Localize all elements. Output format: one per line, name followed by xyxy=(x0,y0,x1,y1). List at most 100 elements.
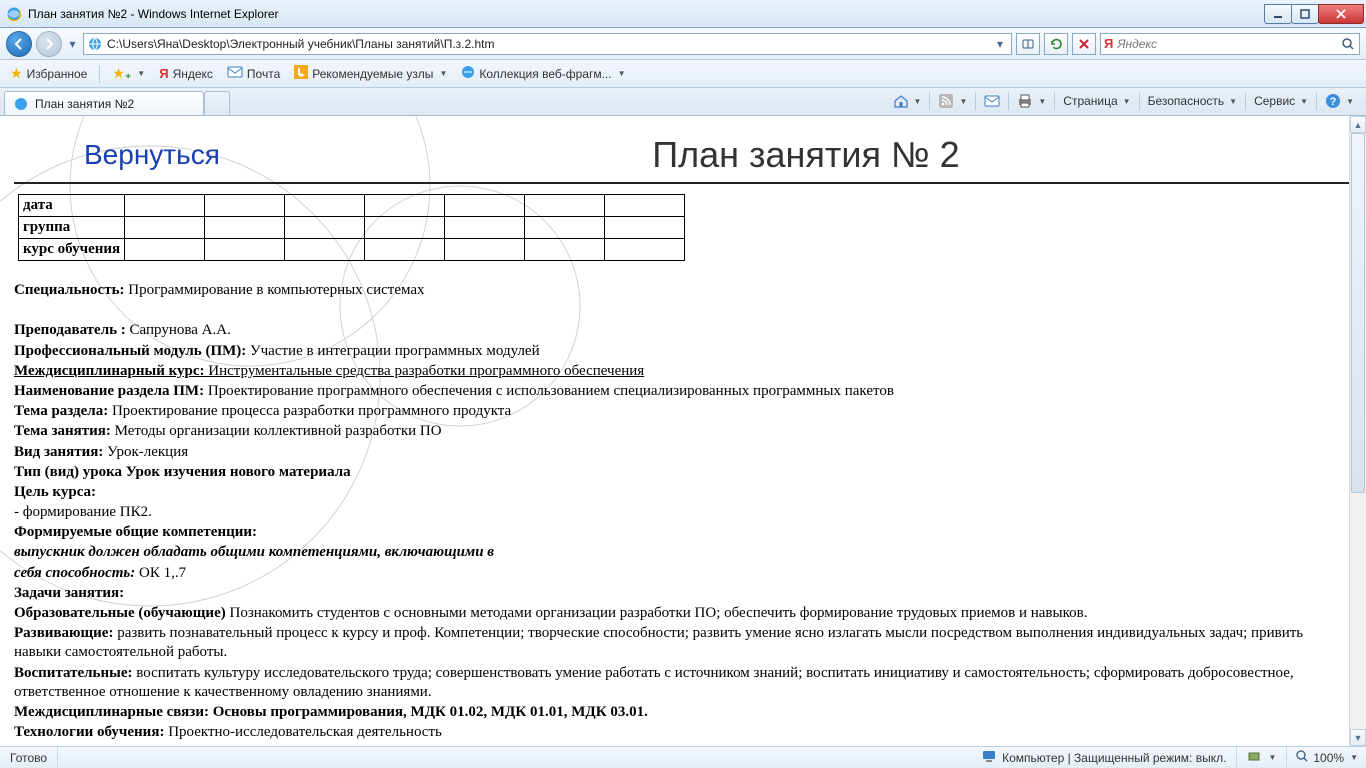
goal-label: Цель курса: xyxy=(14,484,96,500)
ie-icon xyxy=(13,96,29,112)
fav-mail[interactable]: Почта xyxy=(223,64,284,83)
fav-recommended[interactable]: Рекомендуемые узлы▼ xyxy=(290,63,451,84)
plus-icon: ₊ xyxy=(125,67,131,81)
section-topic-value: Проектирование процесса разработки прогр… xyxy=(108,403,511,419)
address-bar[interactable]: ▾ xyxy=(83,33,1012,55)
safety-menu[interactable]: Безопасность▼ xyxy=(1144,92,1241,110)
address-dropdown-icon[interactable]: ▾ xyxy=(992,36,1008,52)
mail-icon xyxy=(984,93,1000,109)
page-title: План занятия № 2 xyxy=(260,134,1352,176)
row-label: курс обучения xyxy=(19,239,125,261)
separator xyxy=(99,65,100,83)
favorites-bar: ★Избранное ★₊▼ ЯЯндекс Почта Рекомендуем… xyxy=(0,60,1366,88)
url-input[interactable] xyxy=(107,34,988,54)
stop-button[interactable] xyxy=(1072,33,1096,55)
feeds-button[interactable]: ▼ xyxy=(934,91,971,111)
teacher-label: Преподаватель : xyxy=(14,322,126,338)
tab-active[interactable]: План занятия №2 xyxy=(4,91,204,115)
chevron-down-icon: ▼ xyxy=(959,97,967,106)
fav-yandex-label: Яндекс xyxy=(173,67,213,81)
nav-history-dropdown[interactable]: ▾ xyxy=(66,33,79,55)
help-button[interactable]: ?▼ xyxy=(1321,91,1358,111)
zoom-control[interactable]: 100% ▼ xyxy=(1287,749,1366,766)
competencies-line2: себя способность: xyxy=(14,565,135,581)
search-box[interactable]: Я xyxy=(1100,33,1360,55)
page-menu[interactable]: Страница▼ xyxy=(1059,92,1134,110)
competencies-line1: выпускник должен обладать общими компете… xyxy=(14,544,494,560)
scroll-thumb[interactable] xyxy=(1351,133,1365,493)
goal-value: - формирование ПК2. xyxy=(14,504,152,520)
add-favorite-button[interactable]: ★₊▼ xyxy=(108,63,149,84)
minimize-button[interactable] xyxy=(1264,4,1292,24)
lesson-topic-label: Тема занятия: xyxy=(14,423,111,439)
status-bar: Готово Компьютер | Защищенный режим: вык… xyxy=(0,746,1366,768)
webslice-icon xyxy=(461,65,475,82)
mdk-value: Инструментальные средства разработки про… xyxy=(205,363,645,379)
compat-view-button[interactable] xyxy=(1016,33,1040,55)
forward-button[interactable] xyxy=(36,31,62,57)
tech-label: Технологии обучения: xyxy=(14,724,164,740)
scroll-up-button[interactable]: ▲ xyxy=(1350,116,1366,133)
table-row: группа xyxy=(19,217,685,239)
window-title: План занятия №2 - Windows Internet Explo… xyxy=(28,7,1265,21)
favorites-label: Избранное xyxy=(27,67,88,81)
tools-menu[interactable]: Сервис▼ xyxy=(1250,92,1312,110)
upbringing-value: воспитать культуру исследовательского тр… xyxy=(14,665,1294,700)
teacher-value: Сапрунова А.А. xyxy=(126,322,231,338)
computer-icon xyxy=(981,749,997,766)
back-link[interactable]: Вернуться xyxy=(84,139,220,171)
zoom-icon xyxy=(1295,749,1309,766)
table-row: дата xyxy=(19,195,685,217)
chevron-down-icon: ▼ xyxy=(137,69,145,78)
competencies-label: Формируемые общие компетенции: xyxy=(14,524,257,540)
chevron-down-icon: ▼ xyxy=(1038,97,1046,106)
scroll-track[interactable] xyxy=(1350,133,1366,729)
section-name-value: Проектирование программного обеспечения … xyxy=(204,383,894,399)
dev-label: Развивающие: xyxy=(14,625,113,641)
pm-label: Профессиональный модуль (ПМ): xyxy=(14,343,246,359)
pm-value: Участие в интеграции программных модулей xyxy=(246,343,539,359)
favorites-button[interactable]: ★Избранное xyxy=(6,63,91,84)
read-mail-button[interactable] xyxy=(980,91,1004,111)
yandex-icon: Я xyxy=(159,66,168,81)
section-topic-label: Тема раздела: xyxy=(14,403,108,419)
tasks-label: Задачи занятия: xyxy=(14,585,124,601)
tab-title: План занятия №2 xyxy=(35,97,134,111)
lesson-type-value: Урок изучения нового материала xyxy=(122,464,351,480)
yandex-icon: Я xyxy=(1104,36,1113,51)
addons-icon xyxy=(1247,749,1261,766)
scroll-down-button[interactable]: ▼ xyxy=(1350,729,1366,746)
interdisciplinary-links: Междисциплинарные связи: Основы программ… xyxy=(14,704,648,720)
table-row: курс обучения xyxy=(19,239,685,261)
refresh-button[interactable] xyxy=(1044,33,1068,55)
chevron-down-icon: ▼ xyxy=(1229,97,1237,106)
home-button[interactable]: ▼ xyxy=(889,91,926,111)
fav-webfragments[interactable]: Коллекция веб-фрагм...▼ xyxy=(457,63,629,84)
svg-text:?: ? xyxy=(1330,96,1337,108)
spec-value: Программирование в компьютерных системах xyxy=(125,282,425,298)
maximize-button[interactable] xyxy=(1291,4,1319,24)
print-icon xyxy=(1017,93,1033,109)
help-icon: ? xyxy=(1325,93,1341,109)
lesson-kind-value: Урок-лекция xyxy=(103,444,188,460)
home-icon xyxy=(893,93,909,109)
close-button[interactable] xyxy=(1318,4,1364,24)
nav-bar: ▾ ▾ Я xyxy=(0,28,1366,60)
ie-icon xyxy=(6,6,22,22)
search-input[interactable] xyxy=(1117,37,1336,51)
new-tab-button[interactable] xyxy=(204,91,230,115)
status-addons[interactable]: ▼ xyxy=(1237,747,1287,768)
status-zone-text: Компьютер | Защищенный режим: выкл. xyxy=(1002,751,1226,765)
page-viewport: Вернуться План занятия № 2 дата группа к… xyxy=(0,116,1366,746)
fav-mail-label: Почта xyxy=(247,67,280,81)
print-button[interactable]: ▼ xyxy=(1013,91,1050,111)
search-go-icon[interactable] xyxy=(1340,36,1356,52)
fav-yandex[interactable]: Я Яндекс xyxy=(155,64,217,83)
row-label: дата xyxy=(19,195,125,217)
page-icon xyxy=(87,36,103,52)
fav-webfrag-label: Коллекция веб-фрагм... xyxy=(479,67,611,81)
window-titlebar: План занятия №2 - Windows Internet Explo… xyxy=(0,0,1366,28)
row-label: группа xyxy=(19,217,125,239)
back-button[interactable] xyxy=(6,31,32,57)
vertical-scrollbar[interactable]: ▲ ▼ xyxy=(1349,116,1366,746)
